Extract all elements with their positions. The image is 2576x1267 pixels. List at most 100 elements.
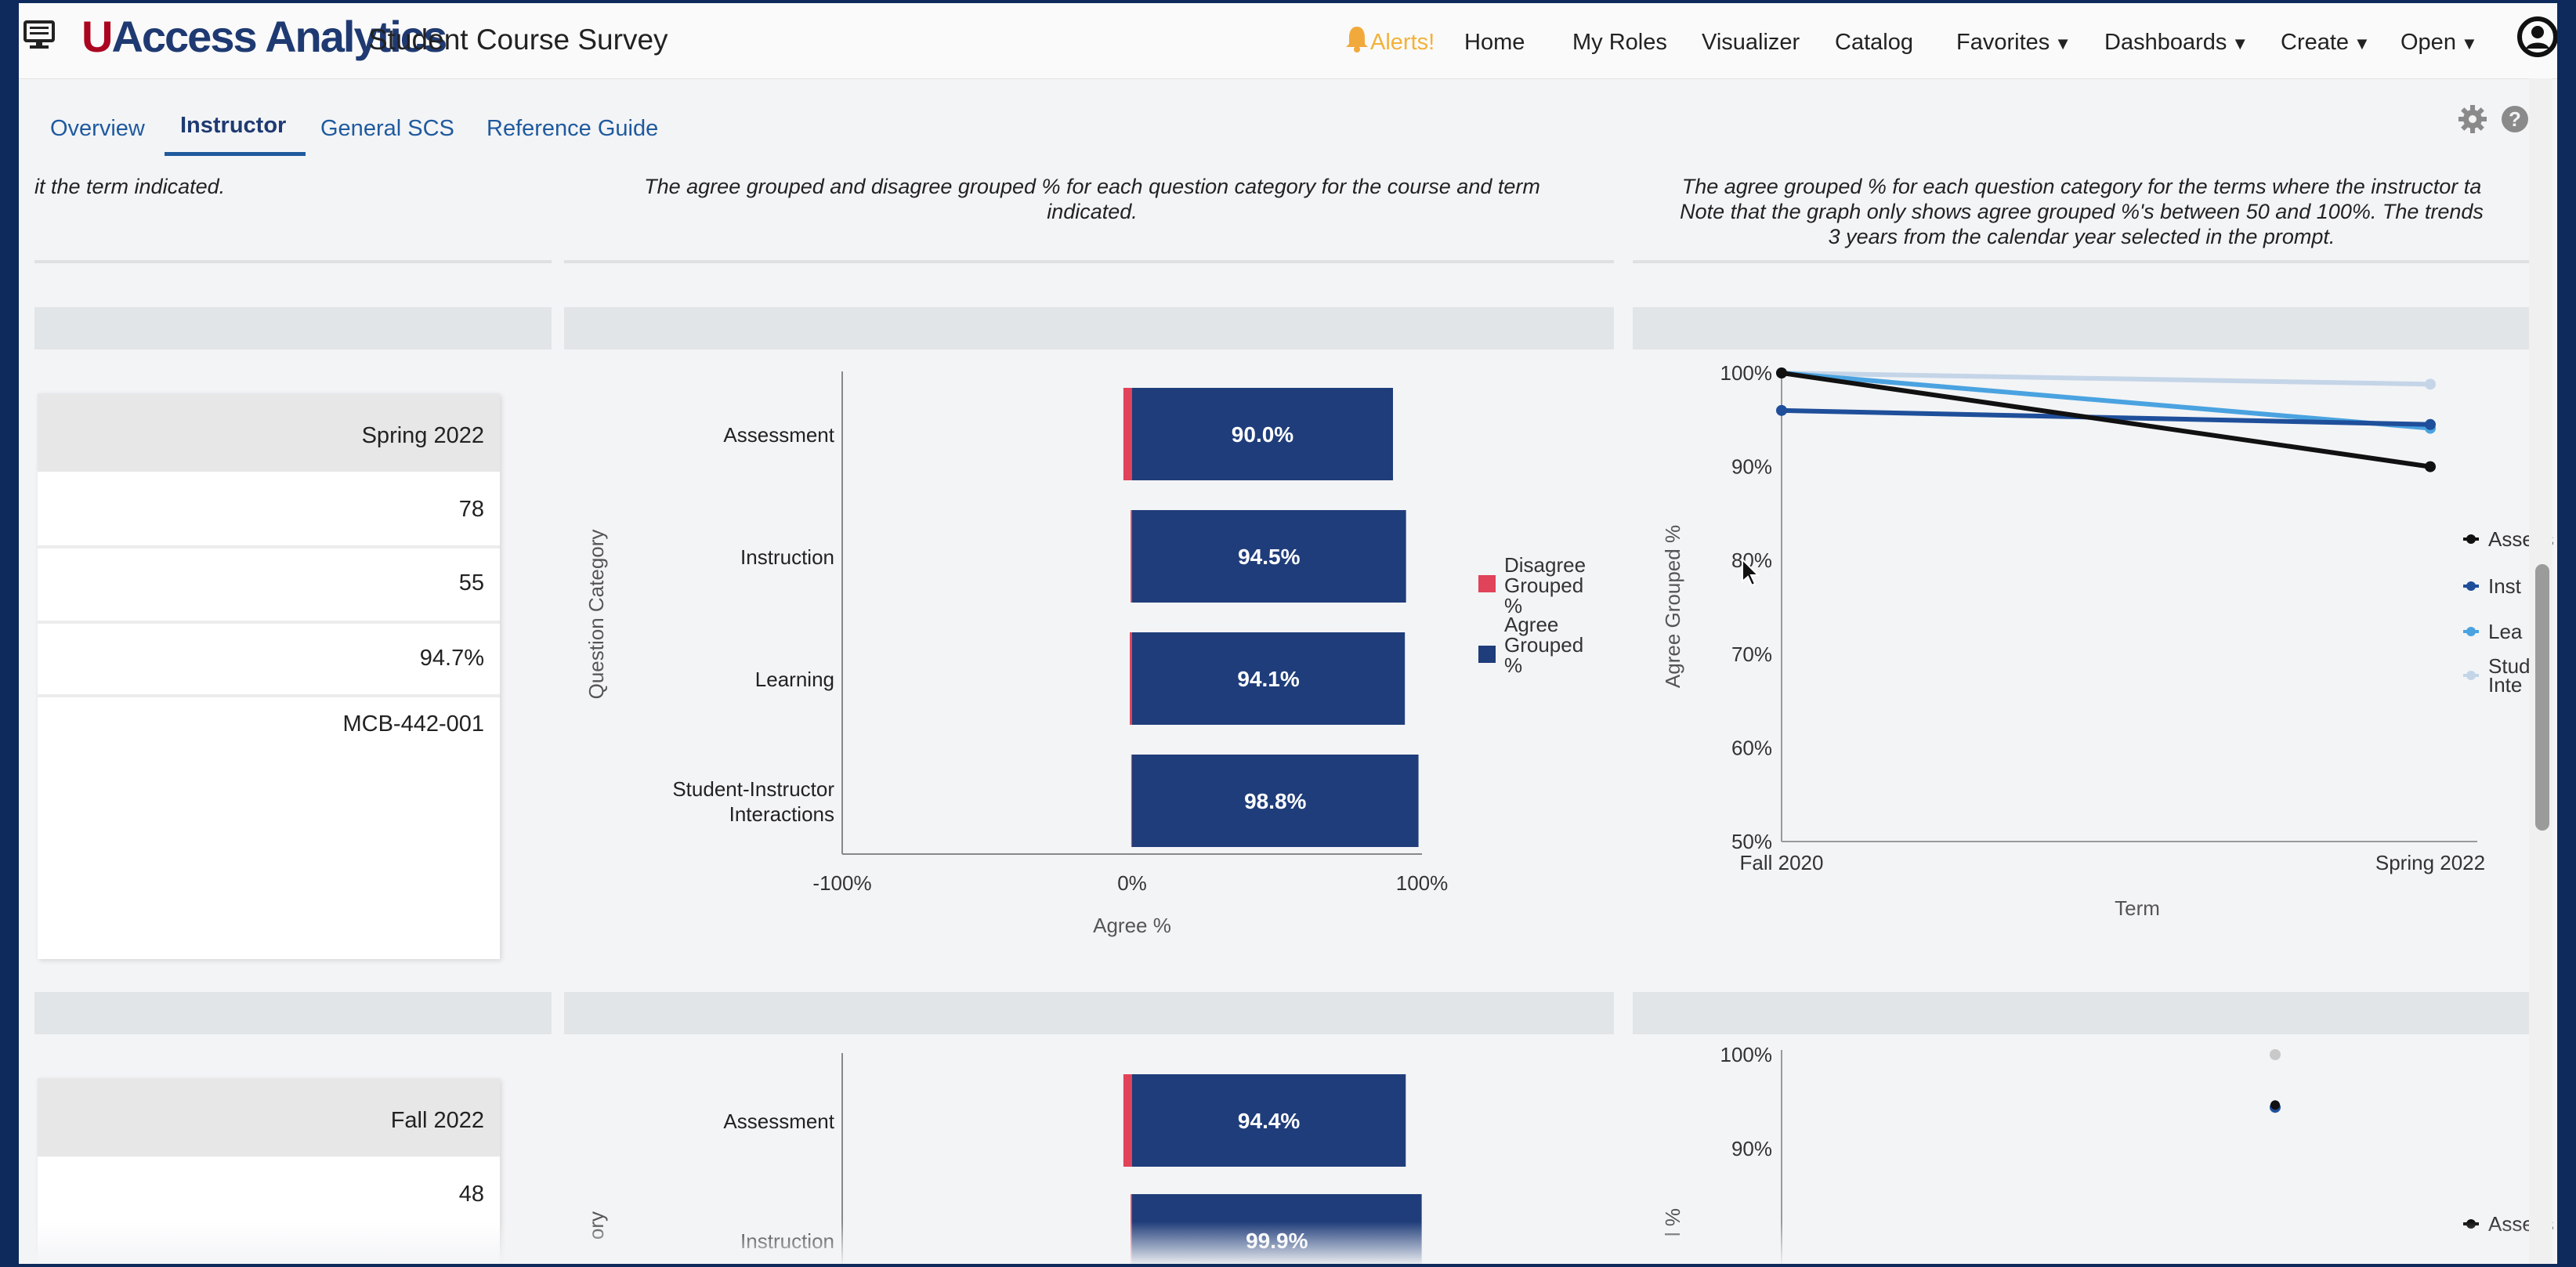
- nav-catalog[interactable]: Catalog: [1835, 30, 1913, 56]
- tab-reference-guide[interactable]: Reference Guide: [487, 116, 658, 142]
- agree-grouped-trend-chart: 50%60%70%80%90%100%Fall 2020 Spring 2022T…: [1661, 361, 2554, 920]
- section-header-band: [34, 992, 552, 1034]
- bell-icon[interactable]: [1343, 24, 1371, 53]
- legend-marker: [2466, 671, 2476, 680]
- y-tick-label: 90%: [1731, 455, 1772, 479]
- section-header-band: [1633, 307, 2549, 349]
- y-tick-label: 100%: [1720, 1043, 1773, 1066]
- section-header-band: [564, 307, 1614, 349]
- column3-description: The agree grouped % for each question ca…: [1631, 174, 2532, 249]
- column3-description-line1: The agree grouped % for each question ca…: [1681, 175, 2482, 198]
- table-cell: 48: [458, 1182, 484, 1207]
- vertical-scrollbar[interactable]: [2529, 78, 2552, 1264]
- user-account-icon[interactable]: [2516, 16, 2557, 58]
- x-axis-label: Agree %: [1093, 914, 1171, 937]
- alerts-link[interactable]: Alerts!: [1370, 30, 1435, 56]
- nav-open-menu[interactable]: Open ▼: [2401, 30, 2478, 56]
- bar-data-label: 90.0%: [1232, 422, 1293, 447]
- nav-open-label: Open: [2401, 30, 2456, 55]
- column3-description-line3: 3 years from the calendar year selected …: [1828, 225, 2335, 248]
- nav-home[interactable]: Home: [1464, 30, 1525, 56]
- nav-create-menu[interactable]: Create ▼: [2281, 30, 2371, 56]
- table-cell: 55: [458, 570, 484, 595]
- bar-data-label: 94.5%: [1238, 545, 1300, 569]
- bar-data-label: 94.1%: [1237, 667, 1299, 691]
- nav-favorites-menu[interactable]: Favorites ▼: [1956, 30, 2071, 56]
- nav-visualizer[interactable]: Visualizer: [1702, 30, 1800, 56]
- x-tick-label: 100%: [1396, 871, 1449, 895]
- series-point: [2270, 1100, 2280, 1110]
- column2-description-line2: indicated.: [1047, 200, 1138, 223]
- y-tick-label: 100%: [1720, 361, 1773, 385]
- y-tick-label: 60%: [1731, 736, 1772, 759]
- tab-overview[interactable]: Overview: [50, 116, 145, 142]
- category-tick-label: Assessment: [723, 1110, 834, 1133]
- row-divider: [38, 545, 500, 548]
- table-cell: 94.7%: [419, 646, 484, 671]
- column2-description: The agree grouped and disagree grouped %…: [567, 174, 1617, 224]
- page-title: Student Course Survey: [368, 24, 668, 56]
- category-tick-label: Instruction: [740, 545, 834, 569]
- table-cell: 78: [458, 497, 484, 522]
- category-tick-label: Interactions: [729, 802, 834, 826]
- course-summary-table: Spring 2022 78 55 94.7% MCB-442-001: [38, 393, 500, 959]
- bar-data-label: 94.4%: [1238, 1109, 1300, 1133]
- disagree-bar: [1123, 388, 1132, 480]
- chevron-down-icon: ▼: [2353, 34, 2371, 53]
- legend-marker: [2466, 581, 2476, 591]
- divider: [564, 260, 1614, 263]
- category-tick-label: Student-Instructor: [672, 777, 834, 801]
- scrollbar-thumb[interactable]: [2535, 564, 2549, 831]
- series-point: [1776, 404, 1787, 416]
- y-tick-label: 50%: [1731, 830, 1772, 853]
- nav-favorites-label: Favorites: [1956, 30, 2050, 55]
- table-cell: MCB-442-001: [342, 711, 484, 737]
- term-header: Fall 2022: [390, 1108, 484, 1133]
- legend-marker: [2466, 534, 2476, 544]
- row-divider: [38, 621, 500, 624]
- agree-disagree-bar-chart: 90.0% Assessment 94.5% Instruction 94.1% Lear…: [584, 371, 1586, 937]
- bar-data-label: 98.8%: [1244, 789, 1306, 813]
- legend-label: Inst: [2488, 574, 2522, 598]
- active-tab-indicator: [165, 152, 306, 156]
- divider: [1633, 260, 2549, 263]
- nav-create-label: Create: [2281, 30, 2350, 55]
- x-tick-label: Spring 2022: [2375, 851, 2485, 874]
- nav-dashboards-menu[interactable]: Dashboards ▼: [2104, 30, 2249, 56]
- nav-my-roles[interactable]: My Roles: [1572, 30, 1667, 56]
- gear-icon[interactable]: [2457, 103, 2488, 135]
- chevron-down-icon: ▼: [2054, 34, 2072, 53]
- x-tick-label: 0%: [1117, 871, 1147, 895]
- row-divider: [38, 694, 500, 697]
- app-screen: UAccess Analytics Student Course Survey …: [19, 3, 2557, 1264]
- legend-label: Inte: [2488, 673, 2522, 697]
- column2-description-line1: The agree grouped and disagree grouped %…: [644, 175, 1540, 198]
- series-point: [1776, 367, 1787, 378]
- svg-text:?: ?: [2509, 107, 2521, 131]
- category-tick-label: Learning: [755, 668, 834, 691]
- dashboard-tabs: Overview Instructor General SCS Referenc…: [19, 105, 2557, 160]
- monitor-icon[interactable]: [22, 19, 56, 52]
- chevron-down-icon: ▼: [2231, 34, 2249, 53]
- series-point: [2425, 378, 2436, 390]
- legend-label-agree: %: [1504, 653, 1522, 677]
- tab-general-scs[interactable]: General SCS: [320, 116, 454, 142]
- column1-description: it the term indicated.: [34, 175, 226, 198]
- section-header-band: [34, 307, 552, 349]
- chevron-down-icon: ▼: [2460, 34, 2478, 53]
- nav-dashboards-label: Dashboards: [2104, 30, 2227, 55]
- y-tick-label: 90%: [1731, 1137, 1772, 1160]
- legend-swatch-agree: [1478, 646, 1496, 663]
- help-icon[interactable]: ?: [2499, 103, 2531, 135]
- y-axis-label: Agree Grouped %: [1661, 525, 1684, 688]
- y-tick-label: 70%: [1731, 643, 1772, 666]
- column3-description-line2: Note that the graph only shows agree gro…: [1680, 200, 2484, 223]
- x-axis-label: Term: [2115, 896, 2160, 920]
- category-tick-label: Assessment: [723, 423, 834, 447]
- series-point: [2270, 1049, 2281, 1060]
- bottom-fade: [19, 1222, 2557, 1264]
- legend-marker: [2466, 627, 2476, 636]
- y-axis-label: Question Category: [584, 530, 608, 700]
- legend-swatch-disagree: [1478, 575, 1496, 592]
- tab-instructor[interactable]: Instructor: [180, 113, 286, 139]
